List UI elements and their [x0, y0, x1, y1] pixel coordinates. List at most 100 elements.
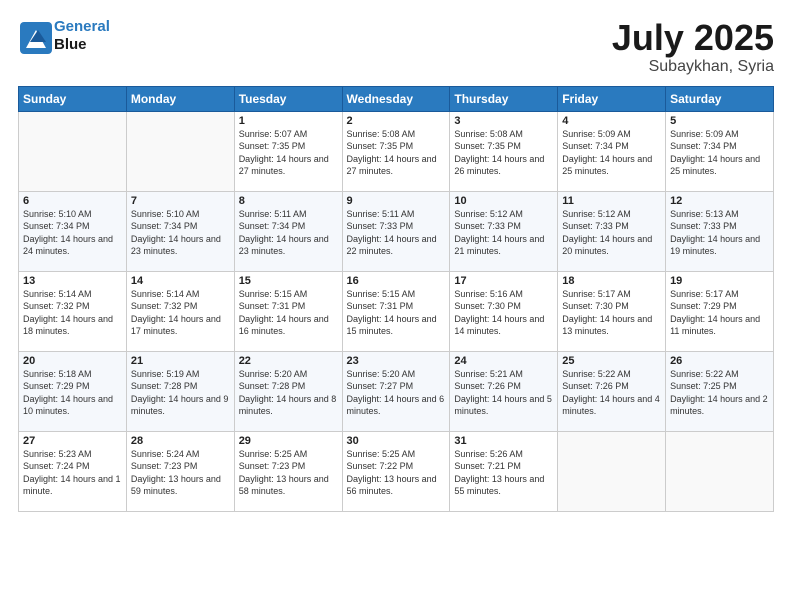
day-cell [666, 431, 774, 511]
day-cell: 18Sunrise: 5:17 AMSunset: 7:30 PMDayligh… [558, 271, 666, 351]
header-day-tuesday: Tuesday [234, 86, 342, 111]
day-number: 10 [454, 195, 553, 207]
day-number: 15 [239, 275, 338, 287]
day-number: 14 [131, 275, 230, 287]
calendar-table: SundayMondayTuesdayWednesdayThursdayFrid… [18, 86, 774, 512]
day-info: Sunrise: 5:22 AMSunset: 7:26 PMDaylight:… [562, 368, 661, 418]
day-number: 9 [347, 195, 446, 207]
day-number: 28 [131, 435, 230, 447]
day-info: Sunrise: 5:25 AMSunset: 7:23 PMDaylight:… [239, 448, 338, 498]
header-day-friday: Friday [558, 86, 666, 111]
day-cell: 23Sunrise: 5:20 AMSunset: 7:27 PMDayligh… [342, 351, 450, 431]
day-info: Sunrise: 5:25 AMSunset: 7:22 PMDaylight:… [347, 448, 446, 498]
day-cell: 25Sunrise: 5:22 AMSunset: 7:26 PMDayligh… [558, 351, 666, 431]
logo: General Blue [18, 18, 110, 54]
day-cell: 19Sunrise: 5:17 AMSunset: 7:29 PMDayligh… [666, 271, 774, 351]
day-number: 25 [562, 355, 661, 367]
day-number: 4 [562, 115, 661, 127]
day-cell: 1Sunrise: 5:07 AMSunset: 7:35 PMDaylight… [234, 111, 342, 191]
day-info: Sunrise: 5:24 AMSunset: 7:23 PMDaylight:… [131, 448, 230, 498]
day-info: Sunrise: 5:14 AMSunset: 7:32 PMDaylight:… [23, 288, 122, 338]
day-info: Sunrise: 5:20 AMSunset: 7:28 PMDaylight:… [239, 368, 338, 418]
day-cell: 13Sunrise: 5:14 AMSunset: 7:32 PMDayligh… [19, 271, 127, 351]
title-block: July 2025 Subaykhan, Syria [612, 18, 774, 76]
day-info: Sunrise: 5:11 AMSunset: 7:33 PMDaylight:… [347, 208, 446, 258]
day-cell: 8Sunrise: 5:11 AMSunset: 7:34 PMDaylight… [234, 191, 342, 271]
header-day-saturday: Saturday [666, 86, 774, 111]
week-row-2: 6Sunrise: 5:10 AMSunset: 7:34 PMDaylight… [19, 191, 774, 271]
day-number: 8 [239, 195, 338, 207]
day-cell: 20Sunrise: 5:18 AMSunset: 7:29 PMDayligh… [19, 351, 127, 431]
day-info: Sunrise: 5:14 AMSunset: 7:32 PMDaylight:… [131, 288, 230, 338]
day-info: Sunrise: 5:18 AMSunset: 7:29 PMDaylight:… [23, 368, 122, 418]
day-info: Sunrise: 5:23 AMSunset: 7:24 PMDaylight:… [23, 448, 122, 498]
day-info: Sunrise: 5:09 AMSunset: 7:34 PMDaylight:… [670, 128, 769, 178]
day-cell: 14Sunrise: 5:14 AMSunset: 7:32 PMDayligh… [126, 271, 234, 351]
day-number: 19 [670, 275, 769, 287]
day-cell [19, 111, 127, 191]
header: General Blue July 2025 Subaykhan, Syria [18, 18, 774, 76]
day-cell: 10Sunrise: 5:12 AMSunset: 7:33 PMDayligh… [450, 191, 558, 271]
day-number: 31 [454, 435, 553, 447]
day-cell: 2Sunrise: 5:08 AMSunset: 7:35 PMDaylight… [342, 111, 450, 191]
day-cell: 5Sunrise: 5:09 AMSunset: 7:34 PMDaylight… [666, 111, 774, 191]
logo-line1: General [54, 18, 110, 35]
day-number: 26 [670, 355, 769, 367]
day-info: Sunrise: 5:09 AMSunset: 7:34 PMDaylight:… [562, 128, 661, 178]
day-number: 30 [347, 435, 446, 447]
day-cell: 11Sunrise: 5:12 AMSunset: 7:33 PMDayligh… [558, 191, 666, 271]
day-cell: 24Sunrise: 5:21 AMSunset: 7:26 PMDayligh… [450, 351, 558, 431]
header-day-wednesday: Wednesday [342, 86, 450, 111]
week-row-1: 1Sunrise: 5:07 AMSunset: 7:35 PMDaylight… [19, 111, 774, 191]
day-cell: 3Sunrise: 5:08 AMSunset: 7:35 PMDaylight… [450, 111, 558, 191]
day-info: Sunrise: 5:08 AMSunset: 7:35 PMDaylight:… [454, 128, 553, 178]
day-cell: 31Sunrise: 5:26 AMSunset: 7:21 PMDayligh… [450, 431, 558, 511]
day-cell: 21Sunrise: 5:19 AMSunset: 7:28 PMDayligh… [126, 351, 234, 431]
day-number: 13 [23, 275, 122, 287]
day-cell [126, 111, 234, 191]
day-number: 22 [239, 355, 338, 367]
logo-text: General Blue [54, 18, 110, 54]
day-cell: 7Sunrise: 5:10 AMSunset: 7:34 PMDaylight… [126, 191, 234, 271]
header-day-sunday: Sunday [19, 86, 127, 111]
day-number: 18 [562, 275, 661, 287]
day-number: 29 [239, 435, 338, 447]
day-info: Sunrise: 5:11 AMSunset: 7:34 PMDaylight:… [239, 208, 338, 258]
day-info: Sunrise: 5:10 AMSunset: 7:34 PMDaylight:… [131, 208, 230, 258]
day-number: 20 [23, 355, 122, 367]
day-number: 17 [454, 275, 553, 287]
calendar-subtitle: Subaykhan, Syria [612, 58, 774, 76]
day-info: Sunrise: 5:12 AMSunset: 7:33 PMDaylight:… [454, 208, 553, 258]
day-number: 23 [347, 355, 446, 367]
day-cell: 4Sunrise: 5:09 AMSunset: 7:34 PMDaylight… [558, 111, 666, 191]
day-cell: 28Sunrise: 5:24 AMSunset: 7:23 PMDayligh… [126, 431, 234, 511]
day-number: 3 [454, 115, 553, 127]
header-day-thursday: Thursday [450, 86, 558, 111]
day-number: 7 [131, 195, 230, 207]
day-info: Sunrise: 5:15 AMSunset: 7:31 PMDaylight:… [347, 288, 446, 338]
day-number: 11 [562, 195, 661, 207]
header-day-monday: Monday [126, 86, 234, 111]
day-info: Sunrise: 5:22 AMSunset: 7:25 PMDaylight:… [670, 368, 769, 418]
day-number: 2 [347, 115, 446, 127]
day-info: Sunrise: 5:21 AMSunset: 7:26 PMDaylight:… [454, 368, 553, 418]
day-number: 27 [23, 435, 122, 447]
day-cell: 27Sunrise: 5:23 AMSunset: 7:24 PMDayligh… [19, 431, 127, 511]
day-info: Sunrise: 5:08 AMSunset: 7:35 PMDaylight:… [347, 128, 446, 178]
day-info: Sunrise: 5:10 AMSunset: 7:34 PMDaylight:… [23, 208, 122, 258]
day-info: Sunrise: 5:17 AMSunset: 7:30 PMDaylight:… [562, 288, 661, 338]
week-row-3: 13Sunrise: 5:14 AMSunset: 7:32 PMDayligh… [19, 271, 774, 351]
day-info: Sunrise: 5:15 AMSunset: 7:31 PMDaylight:… [239, 288, 338, 338]
day-info: Sunrise: 5:19 AMSunset: 7:28 PMDaylight:… [131, 368, 230, 418]
day-number: 12 [670, 195, 769, 207]
day-number: 1 [239, 115, 338, 127]
day-info: Sunrise: 5:17 AMSunset: 7:29 PMDaylight:… [670, 288, 769, 338]
day-info: Sunrise: 5:12 AMSunset: 7:33 PMDaylight:… [562, 208, 661, 258]
page: General Blue July 2025 Subaykhan, Syria … [0, 0, 792, 612]
day-info: Sunrise: 5:26 AMSunset: 7:21 PMDaylight:… [454, 448, 553, 498]
day-cell [558, 431, 666, 511]
calendar-title: July 2025 [612, 18, 774, 58]
day-info: Sunrise: 5:16 AMSunset: 7:30 PMDaylight:… [454, 288, 553, 338]
header-row: SundayMondayTuesdayWednesdayThursdayFrid… [19, 86, 774, 111]
day-info: Sunrise: 5:07 AMSunset: 7:35 PMDaylight:… [239, 128, 338, 178]
